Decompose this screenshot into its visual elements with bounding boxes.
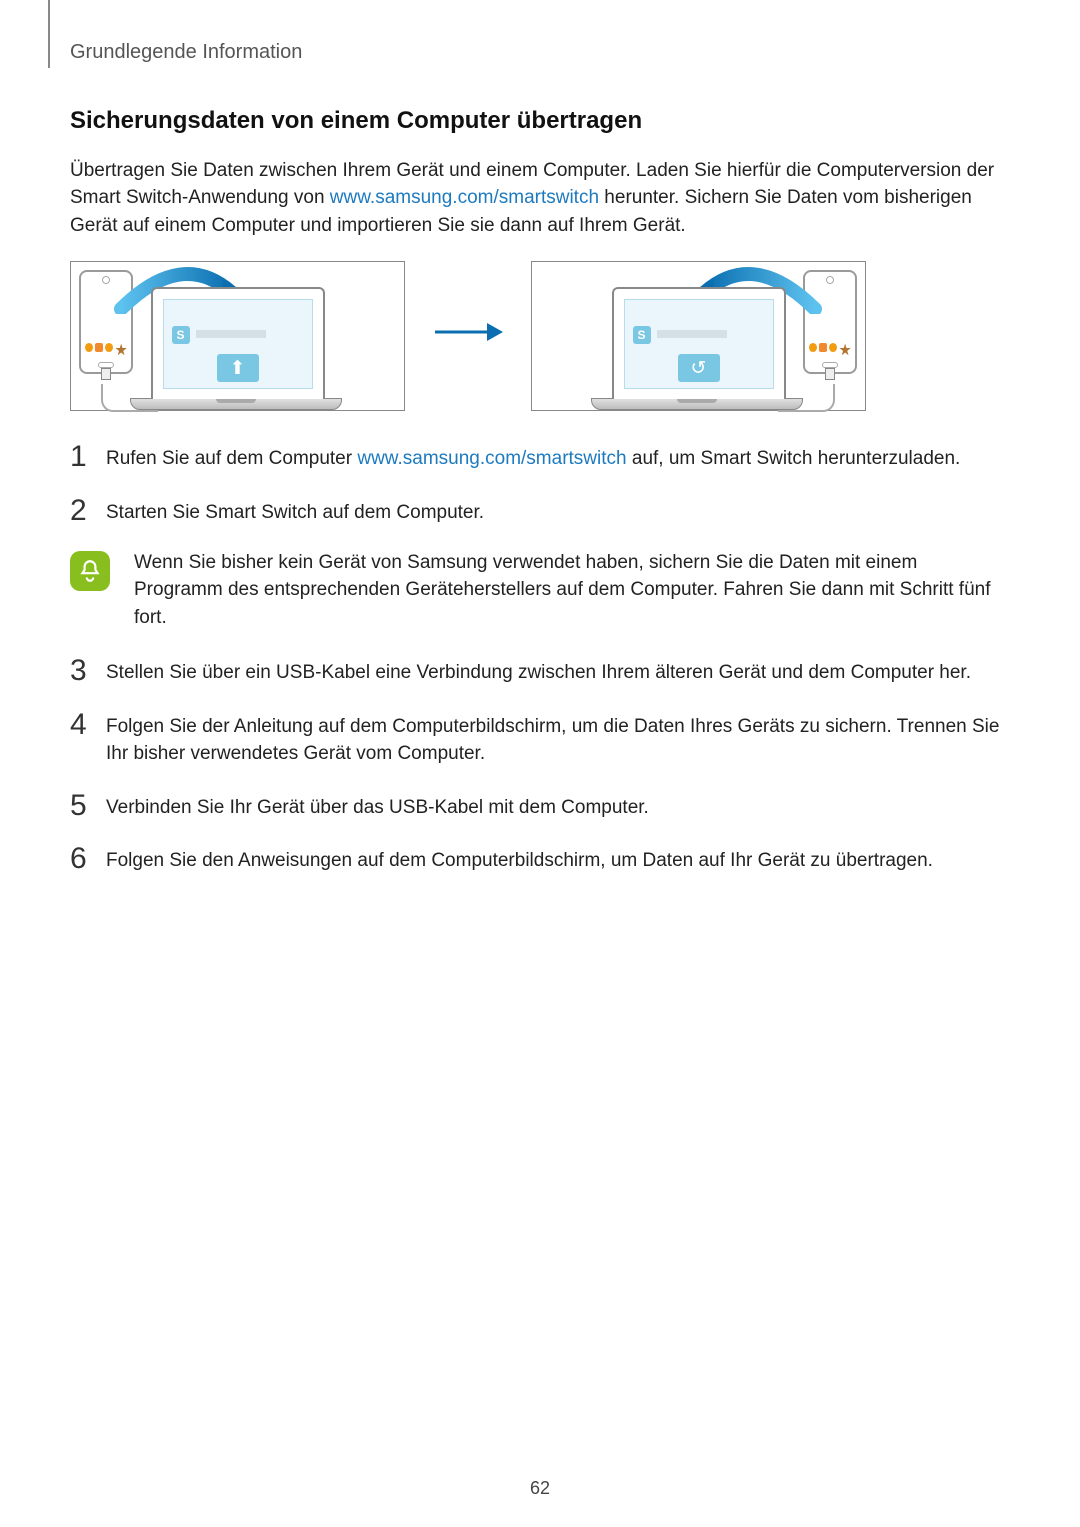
page-content: Sicherungsdaten von einem Computer übert… <box>70 104 1010 897</box>
phone-home-icons <box>85 343 127 356</box>
step-4: 4 Folgen Sie der Anleitung auf dem Compu… <box>70 709 1010 768</box>
step-number: 1 <box>70 441 106 473</box>
smartswitch-link[interactable]: www.samsung.com/smartswitch <box>330 187 599 208</box>
smartswitch-logo-icon: S <box>172 326 190 344</box>
step-1: 1 Rufen Sie auf dem Computer www.samsung… <box>70 441 1010 473</box>
arrow-right-icon <box>433 320 503 353</box>
step-2: 2 Starten Sie Smart Switch auf dem Compu… <box>70 495 1010 527</box>
step-3: 3 Stellen Sie über ein USB-Kabel eine Ve… <box>70 655 1010 687</box>
usb-cable-icon <box>778 384 835 412</box>
running-header: Grundlegende Information <box>70 38 302 67</box>
step-number: 4 <box>70 709 106 768</box>
step-1-post: auf, um Smart Switch herunterzuladen. <box>627 448 961 469</box>
step-text: Starten Sie Smart Switch auf dem Compute… <box>106 495 1010 527</box>
restore-icon: ↺ <box>678 354 720 382</box>
header-rule <box>48 0 50 68</box>
usb-plug-icon <box>825 368 835 380</box>
step-text: Rufen Sie auf dem Computer www.samsung.c… <box>106 441 1010 473</box>
smartswitch-link[interactable]: www.samsung.com/smartswitch <box>357 448 626 469</box>
step-number: 2 <box>70 495 106 527</box>
step-1-pre: Rufen Sie auf dem Computer <box>106 448 357 469</box>
usb-cable-icon <box>101 384 158 412</box>
page-title: Sicherungsdaten von einem Computer übert… <box>70 104 1010 139</box>
step-text: Stellen Sie über ein USB-Kabel eine Verb… <box>106 655 1010 687</box>
phone-home-icons <box>809 343 851 356</box>
usb-plug-icon <box>101 368 111 380</box>
laptop-icon: S ↺ <box>612 287 786 410</box>
intro-paragraph: Übertragen Sie Daten zwischen Ihrem Gerä… <box>70 157 1010 240</box>
transfer-figure: S ⬆ <box>70 261 1010 411</box>
note-text: Wenn Sie bisher kein Gerät von Samsung v… <box>134 549 1010 632</box>
backup-upload-icon: ⬆ <box>217 354 259 382</box>
step-text: Folgen Sie der Anleitung auf dem Compute… <box>106 709 1010 768</box>
step-6: 6 Folgen Sie den Anweisungen auf dem Com… <box>70 843 1010 875</box>
step-text: Folgen Sie den Anweisungen auf dem Compu… <box>106 843 1010 875</box>
figure-panel-restore: S ↺ <box>531 261 866 411</box>
step-number: 6 <box>70 843 106 875</box>
page-number: 62 <box>0 1475 1080 1501</box>
step-5: 5 Verbinden Sie Ihr Gerät über das USB-K… <box>70 790 1010 822</box>
note-bell-icon <box>70 551 110 591</box>
steps-list: 1 Rufen Sie auf dem Computer www.samsung… <box>70 441 1010 874</box>
step-number: 3 <box>70 655 106 687</box>
laptop-icon: S ⬆ <box>151 287 325 410</box>
step-text: Verbinden Sie Ihr Gerät über das USB-Kab… <box>106 790 1010 822</box>
figure-panel-backup: S ⬆ <box>70 261 405 411</box>
smartswitch-logo-icon: S <box>633 326 651 344</box>
note-box: Wenn Sie bisher kein Gerät von Samsung v… <box>70 549 1010 632</box>
step-number: 5 <box>70 790 106 822</box>
